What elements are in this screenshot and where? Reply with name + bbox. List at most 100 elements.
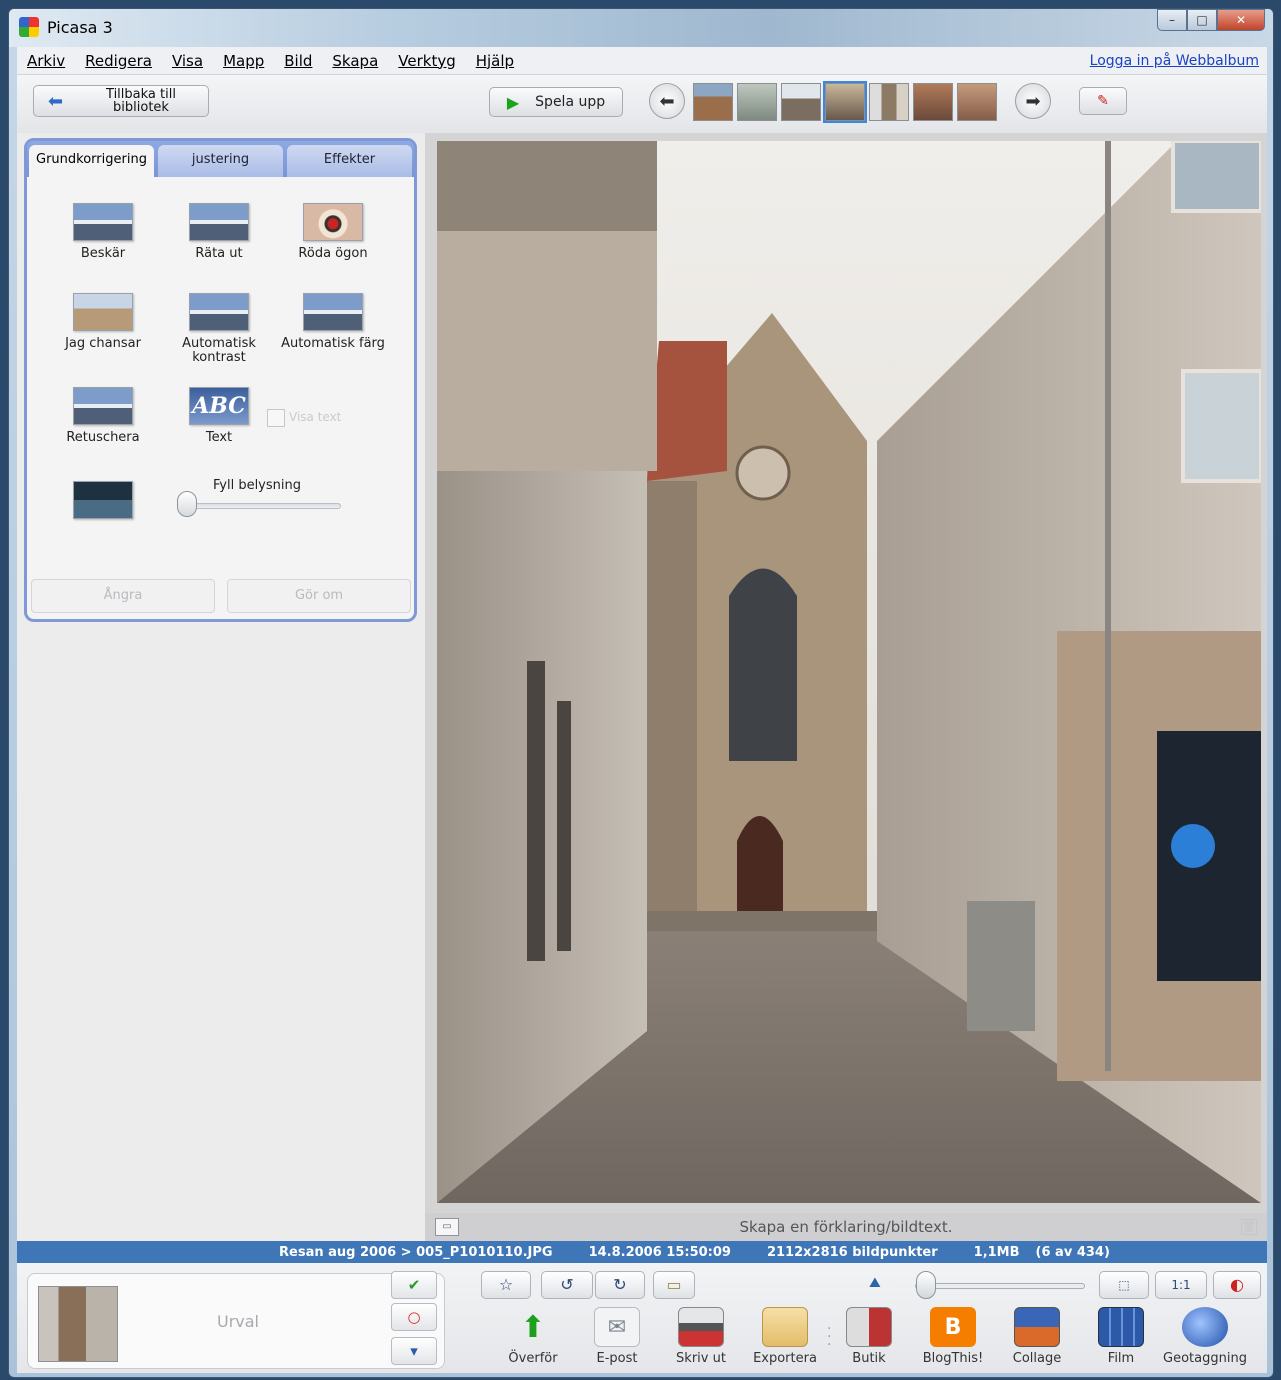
maximize-button[interactable]: □ — [1187, 9, 1217, 31]
tag-button[interactable]: ▭ — [653, 1271, 695, 1299]
rotate-left-button[interactable]: ↺ — [541, 1271, 593, 1299]
zoom-slider-handle[interactable] — [915, 1271, 936, 1299]
menu-hjalp[interactable]: Hjälp — [476, 52, 514, 70]
menu-skapa[interactable]: Skapa — [332, 52, 378, 70]
filmstrip-thumbnail[interactable] — [957, 83, 997, 121]
undo-button[interactable]: Ångra — [31, 579, 215, 613]
shop-icon — [846, 1307, 892, 1347]
photo[interactable] — [437, 141, 1261, 1203]
filmstrip-thumbnail-selected[interactable] — [823, 81, 867, 123]
auto-contrast-label: Automatisk kontrast — [182, 336, 256, 365]
redeye-tool[interactable]: Röda ögon — [273, 203, 393, 261]
auto-color-tool[interactable]: Automatisk färg — [273, 293, 393, 351]
previous-photo-button[interactable]: ⬅ — [649, 83, 685, 119]
retouch-tool[interactable]: Retuschera — [43, 387, 163, 445]
geotag-action[interactable]: Geotaggning — [1163, 1307, 1247, 1366]
menu-bar: Arkiv Redigera Visa Mapp Bild Skapa Verk… — [17, 47, 1267, 75]
crop-label: Beskär — [80, 246, 126, 261]
shop-label: Butik — [852, 1351, 886, 1366]
close-button[interactable]: ✕ — [1217, 9, 1265, 31]
photo-viewer: ▭ Skapa en förklaring/bildtext. 🗑 — [425, 133, 1267, 1241]
export-action[interactable]: Exportera — [743, 1307, 827, 1366]
google-earth-icon — [1182, 1307, 1228, 1347]
star-button[interactable]: ☆ — [481, 1271, 531, 1299]
blogthis-label: BlogThis! — [922, 1351, 984, 1366]
tray-thumbnail[interactable] — [38, 1286, 118, 1362]
blogthis-action[interactable]: B BlogThis! — [911, 1307, 995, 1366]
collage-action[interactable]: Collage — [995, 1307, 1079, 1366]
menu-visa[interactable]: Visa — [172, 52, 203, 70]
menu-redigera[interactable]: Redigera — [85, 52, 152, 70]
hold-selection-button[interactable]: ✔ — [391, 1271, 437, 1299]
zoom-slider-track[interactable] — [915, 1283, 1085, 1289]
redo-button[interactable]: Gör om — [227, 579, 411, 613]
folder-icon — [762, 1307, 808, 1347]
color-info-button[interactable]: ◐ — [1213, 1271, 1261, 1299]
fill-light-slider-track[interactable] — [177, 503, 341, 509]
movie-action[interactable]: Film — [1079, 1307, 1163, 1366]
edit-tools-box: Grundkorrigering justering Effekter Besk… — [24, 138, 417, 622]
retouch-label: Retuschera — [66, 430, 140, 445]
status-path: Resan aug 2006 > 005_P1010110.JPG — [279, 1244, 553, 1260]
upload-action[interactable]: ⬆ Överför — [491, 1307, 575, 1367]
filmstrip-thumbnail[interactable] — [869, 83, 909, 121]
play-icon: ▶ — [506, 92, 520, 112]
printer-icon — [678, 1307, 724, 1347]
eye-icon — [303, 203, 363, 241]
movie-label: Film — [1107, 1351, 1135, 1366]
caption-input[interactable]: Skapa en förklaring/bildtext. — [425, 1218, 1267, 1236]
email-action[interactable]: ✉ E-post — [575, 1307, 659, 1366]
app-window: Picasa 3 – □ ✕ Arkiv Redigera Visa Mapp … — [8, 8, 1274, 1378]
filmstrip-thumbnail[interactable] — [693, 83, 733, 121]
collage-label: Collage — [1012, 1351, 1062, 1366]
tab-basic-fixes[interactable]: Grundkorrigering — [29, 145, 154, 177]
trash-icon[interactable]: 🗑 — [1241, 1219, 1257, 1235]
bottom-panel: Urval ✔ ○ ▾ ☆ ↺ ↻ ▭ ⛰ ⬚ 1:1 ◐ · · · ⬆ Över… — [17, 1263, 1267, 1373]
fit-to-window-button[interactable]: ⬚ — [1099, 1271, 1149, 1299]
fill-light-slider-handle[interactable] — [177, 491, 198, 517]
filmstrip-thumbnail[interactable] — [737, 83, 777, 121]
geotag-label: Geotaggning — [1163, 1351, 1247, 1366]
text-label: Text — [205, 430, 233, 445]
next-photo-button[interactable]: ➡ — [1015, 83, 1051, 119]
login-link[interactable]: Logga in på Webbalbum — [1090, 53, 1259, 69]
crop-tool[interactable]: Beskär — [43, 203, 163, 261]
film-icon — [1098, 1307, 1144, 1347]
add-to-album-button[interactable]: ▾ — [391, 1337, 437, 1365]
auto-color-label: Automatisk färg — [281, 336, 385, 351]
shop-action[interactable]: Butik — [827, 1307, 911, 1366]
rotate-right-button[interactable]: ↻ — [595, 1271, 645, 1299]
fill-light-icon — [73, 481, 133, 519]
picasa-logo-icon — [19, 17, 39, 37]
actual-size-button[interactable]: 1:1 — [1155, 1271, 1207, 1299]
window-controls: – □ ✕ — [1157, 9, 1265, 31]
minimize-button[interactable]: – — [1157, 9, 1187, 31]
text-tool[interactable]: ABC Text — [159, 387, 279, 445]
show-text-checkbox[interactable] — [267, 409, 285, 427]
menu-verktyg[interactable]: Verktyg — [398, 52, 455, 70]
upload-icon: ⬆ — [520, 1309, 546, 1345]
filmstrip-thumbnail[interactable] — [781, 83, 821, 121]
tab-tuning[interactable]: justering — [158, 145, 283, 177]
menu-arkiv[interactable]: Arkiv — [27, 52, 65, 70]
back-to-library-button[interactable]: ⬅ Tillbaka till bibliotek — [33, 85, 209, 117]
print-action[interactable]: Skriv ut — [659, 1307, 743, 1366]
menu-mapp[interactable]: Mapp — [223, 52, 264, 70]
fill-light-label: Fyll belysning — [212, 478, 301, 493]
feeling-lucky-tool[interactable]: Jag chansar — [43, 293, 163, 351]
web-album-icon[interactable]: ✎ — [1079, 87, 1127, 115]
retouch-icon — [73, 387, 133, 425]
menu-bild[interactable]: Bild — [284, 52, 312, 70]
auto-contrast-tool[interactable]: Automatisk kontrast — [159, 293, 279, 365]
filmstrip — [693, 81, 997, 123]
tab-effects[interactable]: Effekter — [287, 145, 412, 177]
filmstrip-thumbnail[interactable] — [913, 83, 953, 121]
clear-selection-button[interactable]: ○ — [391, 1303, 437, 1331]
fill-light-preview — [43, 481, 163, 525]
play-slideshow-button[interactable]: ▶ Spela upp — [489, 87, 623, 117]
zoom-icon: ⛰ — [869, 1275, 881, 1291]
window-title: Picasa 3 — [47, 18, 113, 37]
client-area: Arkiv Redigera Visa Mapp Bild Skapa Verk… — [17, 47, 1267, 1373]
straighten-tool[interactable]: Räta ut — [159, 203, 279, 261]
action-bar: ⬆ Överför ✉ E-post Skriv ut Exportera Bu… — [491, 1307, 1247, 1366]
